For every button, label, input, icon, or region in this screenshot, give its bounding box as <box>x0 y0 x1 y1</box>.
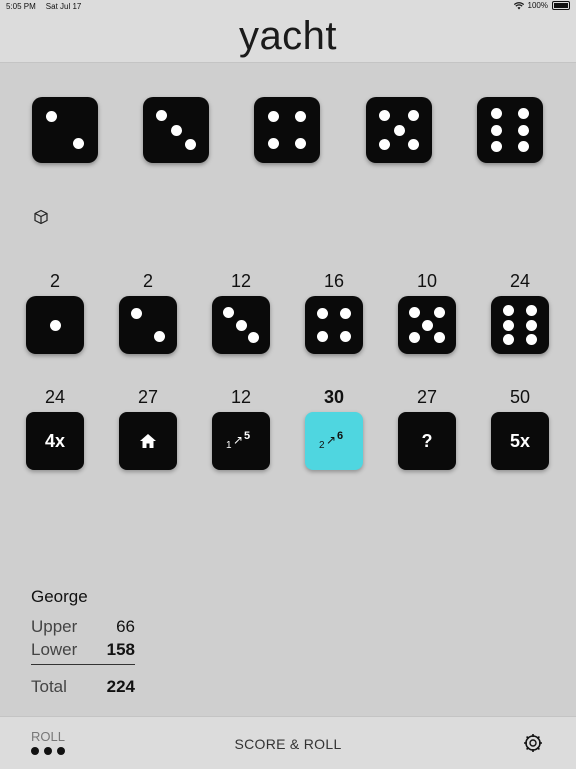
status-date: Sat Jul 17 <box>45 2 82 11</box>
pip <box>316 331 328 343</box>
lower-score: 27 <box>416 387 438 407</box>
pip <box>526 319 538 331</box>
pip <box>235 319 247 331</box>
gear-icon[interactable] <box>523 733 543 753</box>
category-button[interactable]: 4x <box>26 412 84 470</box>
lower-score: 27 <box>137 387 159 407</box>
upper-score: 10 <box>416 271 438 291</box>
battery-icon <box>552 1 570 10</box>
status-bar: 5:05 PM Sat Jul 17 100% <box>0 0 576 14</box>
rolled-die[interactable] <box>477 97 543 163</box>
total-row: Total 224 <box>31 677 135 697</box>
large-straight-button[interactable]: 2 ↗ 6 <box>305 412 363 470</box>
pip <box>408 332 420 344</box>
pip <box>268 111 280 123</box>
pip <box>393 124 405 136</box>
pip <box>491 108 503 119</box>
pip <box>517 108 529 119</box>
pip <box>434 332 446 344</box>
pip <box>49 319 61 331</box>
category-label: ? <box>421 430 433 451</box>
lower-row: Lower 158 <box>31 640 135 660</box>
upper-category-die[interactable] <box>305 296 363 354</box>
pip <box>408 109 420 121</box>
straight-label: 1 ↗ 5 <box>226 430 251 451</box>
lower-label: Lower <box>31 640 78 659</box>
pip <box>294 111 306 123</box>
rolled-die[interactable] <box>143 97 209 163</box>
upper-category-die[interactable] <box>398 296 456 354</box>
status-time: 5:05 PM <box>6 2 36 11</box>
category-button[interactable]: ? <box>398 412 456 470</box>
lower-score: 12 <box>230 387 252 407</box>
pip <box>316 307 328 319</box>
upper-category-die[interactable] <box>491 296 549 354</box>
divider <box>31 664 135 665</box>
upper-category-die[interactable] <box>212 296 270 354</box>
pip <box>517 124 529 136</box>
straight-label: 2 ↗ 6 <box>319 430 344 451</box>
pip <box>378 109 390 121</box>
upper-category-die[interactable] <box>26 296 84 354</box>
header: yacht <box>0 14 576 63</box>
pip <box>502 334 514 345</box>
pip <box>155 109 167 121</box>
rolled-die[interactable] <box>254 97 320 163</box>
category-label: 5x <box>509 430 531 451</box>
pip <box>502 319 514 331</box>
pip <box>222 306 234 318</box>
upper-value: 66 <box>116 617 135 636</box>
lower-score: 30 <box>323 387 345 407</box>
pip <box>268 137 280 149</box>
pip <box>434 306 446 318</box>
pip <box>502 305 514 316</box>
footer: ROLL SCORE & ROLL <box>0 716 576 769</box>
lower-score: 24 <box>44 387 66 407</box>
house-icon <box>140 434 156 448</box>
pip <box>421 319 433 331</box>
pip <box>130 307 142 319</box>
full-house-button[interactable] <box>119 412 177 470</box>
pip <box>248 332 260 344</box>
pip <box>72 137 84 149</box>
cube-icon[interactable] <box>33 209 49 225</box>
upper-category-die[interactable] <box>119 296 177 354</box>
pip <box>526 334 538 345</box>
pip <box>408 139 420 151</box>
upper-label: Upper <box>31 617 78 636</box>
pip <box>491 141 503 152</box>
total-value: 224 <box>106 677 135 696</box>
player-name: George <box>31 587 88 606</box>
pip <box>340 331 352 343</box>
small-straight-button[interactable]: 1 ↗ 5 <box>212 412 270 470</box>
pip <box>526 305 538 316</box>
pip <box>378 139 390 151</box>
category-button[interactable]: 5x <box>491 412 549 470</box>
lower-score: 50 <box>509 387 531 407</box>
pip <box>170 124 182 136</box>
pip <box>408 306 420 318</box>
wifi-icon <box>513 1 524 9</box>
rolled-die[interactable] <box>366 97 432 163</box>
pip <box>491 124 503 136</box>
pip <box>340 307 352 319</box>
score-and-roll-button[interactable]: SCORE & ROLL <box>0 736 576 752</box>
lower-value: 158 <box>106 640 135 659</box>
category-label: 4x <box>44 430 66 451</box>
pip <box>154 331 166 343</box>
pip <box>517 141 529 152</box>
total-label: Total <box>31 677 67 696</box>
upper-score: 2 <box>49 271 60 291</box>
pip <box>185 139 197 151</box>
pip <box>46 111 58 123</box>
upper-score: 24 <box>509 271 531 291</box>
upper-score: 16 <box>323 271 345 291</box>
rolled-die[interactable] <box>32 97 98 163</box>
pip <box>294 137 306 149</box>
upper-score: 2 <box>142 271 153 291</box>
battery-percent: 100% <box>527 1 548 10</box>
upper-row: Upper 66 <box>31 617 135 637</box>
app-title: yacht <box>238 14 338 58</box>
upper-score: 12 <box>230 271 252 291</box>
